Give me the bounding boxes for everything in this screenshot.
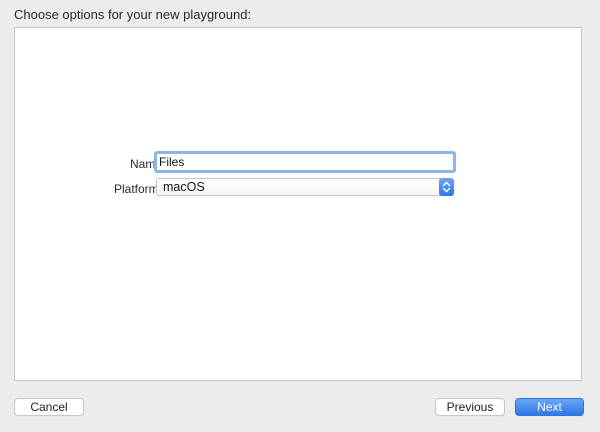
dialog-title: Choose options for your new playground: [14, 7, 252, 22]
platform-select-value: macOS [163, 180, 205, 194]
name-field-focus-ring [154, 151, 456, 173]
previous-button[interactable]: Previous [435, 398, 505, 416]
platform-select[interactable]: macOS [156, 178, 454, 196]
chevron-up-down-icon [439, 178, 454, 196]
next-button[interactable]: Next [515, 398, 584, 416]
platform-label: Platform: [113, 182, 162, 196]
cancel-button[interactable]: Cancel [14, 398, 84, 416]
options-panel [14, 27, 582, 381]
name-input[interactable] [157, 154, 453, 170]
name-label: Name [129, 157, 162, 171]
